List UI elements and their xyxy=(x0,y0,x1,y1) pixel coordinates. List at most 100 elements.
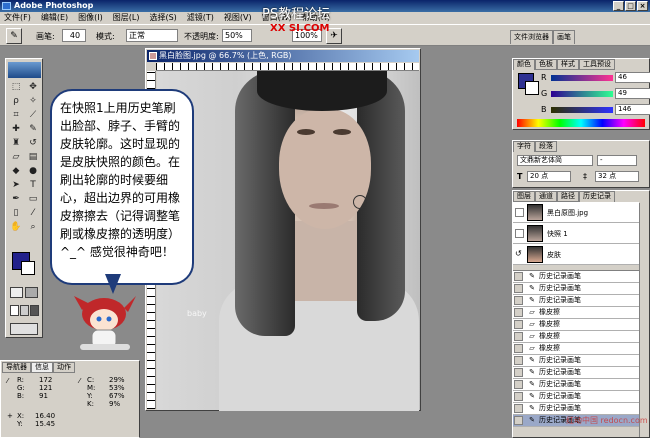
menu-view[interactable]: 视图(V) xyxy=(224,12,252,24)
move-tool-icon[interactable]: ✥ xyxy=(25,81,41,94)
leading-field[interactable]: 32 点 xyxy=(595,171,639,182)
info-m-value: 53% xyxy=(109,384,125,392)
tab-layers[interactable]: 图层 xyxy=(513,191,535,202)
r-value-field[interactable]: 46 xyxy=(615,72,650,83)
tab-navigator[interactable]: 导航器 xyxy=(2,362,31,373)
tab-actions[interactable]: 动作 xyxy=(53,362,75,373)
g-slider[interactable] xyxy=(551,91,613,97)
mode-select[interactable]: 正常 xyxy=(126,29,178,42)
dodge-tool-icon[interactable]: ● xyxy=(25,165,41,178)
notes-tool-icon[interactable]: ▯ xyxy=(8,207,24,220)
shape-tool-icon[interactable]: ▭ xyxy=(25,193,41,206)
gradient-tool-icon[interactable]: ▤ xyxy=(25,151,41,164)
document-title-bar[interactable]: 黑白脸图.jpg @ 66.7% (上色, RGB) xyxy=(147,50,419,62)
history-state[interactable]: ✎ 历史记录画笔 xyxy=(513,379,639,391)
menu-image[interactable]: 图像(I) xyxy=(78,12,103,24)
opacity-field[interactable]: 50% xyxy=(222,29,252,42)
info-r-label: R: xyxy=(17,376,25,384)
tab-history[interactable]: 历史记录 xyxy=(579,191,615,202)
screen-mode-full-menu-icon[interactable] xyxy=(20,305,29,316)
canvas-photo[interactable]: baby xyxy=(157,71,420,411)
r-slider[interactable] xyxy=(551,75,613,81)
info-r-value: 172 xyxy=(39,376,53,384)
menu-edit[interactable]: 编辑(E) xyxy=(41,12,68,24)
history-state[interactable]: ✎ 历史记录画笔 xyxy=(513,271,639,283)
history-state[interactable]: ✎ 历史记录画笔 xyxy=(513,391,639,403)
screen-mode-full-icon[interactable] xyxy=(30,305,39,316)
color-bg-swatch[interactable] xyxy=(525,81,539,95)
background-color-swatch[interactable] xyxy=(21,261,35,275)
slice-tool-icon[interactable]: ⟋ xyxy=(25,109,41,122)
history-state[interactable]: ✎ 历史记录画笔 xyxy=(513,283,639,295)
history-state[interactable]: ✎ 历史记录画笔 xyxy=(513,367,639,379)
color-ramp[interactable] xyxy=(517,119,645,127)
history-state[interactable]: ▱ 橡皮擦 xyxy=(513,331,639,343)
maximize-button[interactable]: □ xyxy=(625,1,636,11)
menu-filter[interactable]: 滤镜(T) xyxy=(187,12,214,24)
adobe-logo-icon[interactable] xyxy=(8,62,41,78)
b-slider[interactable] xyxy=(551,107,613,113)
history-scrollbar[interactable] xyxy=(639,203,648,437)
marquee-tool-icon[interactable]: ⬚ xyxy=(8,81,24,94)
history-state[interactable]: ✎ 历史记录画笔 xyxy=(513,403,639,415)
hand-tool-icon[interactable]: ✋ xyxy=(8,221,24,234)
history-state[interactable]: ▱ 橡皮擦 xyxy=(513,307,639,319)
tab-file-browser[interactable]: 文件浏览器 xyxy=(510,30,553,44)
info-g-label: G: xyxy=(17,384,25,392)
menu-select[interactable]: 选择(S) xyxy=(149,12,176,24)
lasso-tool-icon[interactable]: ρ xyxy=(8,95,24,108)
tab-styles[interactable]: 样式 xyxy=(557,59,579,70)
history-brush-source-icon[interactable]: ↺ xyxy=(515,249,522,258)
tab-character[interactable]: 字符 xyxy=(513,141,535,152)
tab-brushes[interactable]: 画笔 xyxy=(553,30,575,44)
standard-mode-icon[interactable] xyxy=(10,287,23,298)
info-ycoord-label: Y: xyxy=(17,420,23,428)
blur-tool-icon[interactable]: ◆ xyxy=(8,165,24,178)
quickmask-mode-icon[interactable] xyxy=(25,287,38,298)
history-state[interactable]: ✎ 历史记录画笔 xyxy=(513,295,639,307)
zoom-tool-icon[interactable]: ⌕ xyxy=(25,221,41,234)
tab-swatches[interactable]: 色板 xyxy=(535,59,557,70)
font-family-select[interactable]: 文鼎新艺体简 xyxy=(517,155,593,166)
tab-info[interactable]: 信息 xyxy=(31,362,53,373)
type-tool-icon[interactable]: T xyxy=(25,179,41,192)
jump-to-imageready-icon[interactable] xyxy=(10,323,38,335)
history-snapshot[interactable]: 黑白原图.jpg xyxy=(513,202,639,223)
eyedropper-icon[interactable]: ⁄ xyxy=(25,207,41,220)
tab-tool-presets[interactable]: 工具预设 xyxy=(579,59,615,70)
close-button[interactable]: × xyxy=(637,1,648,11)
path-select-icon[interactable]: ➤ xyxy=(8,179,24,192)
brush-tool-icon[interactable]: ✎ xyxy=(25,123,41,136)
healing-brush-icon[interactable]: ✚ xyxy=(8,123,24,136)
history-state[interactable]: ▱ 橡皮擦 xyxy=(513,319,639,331)
font-size-field[interactable]: 20 点 xyxy=(527,171,571,182)
brush-size-picker[interactable]: 40 xyxy=(62,29,86,42)
pen-tool-icon[interactable]: ✒ xyxy=(8,193,24,206)
tab-paths[interactable]: 路径 xyxy=(557,191,579,202)
tab-channels[interactable]: 通道 xyxy=(535,191,557,202)
snapshot-label: 皮肤 xyxy=(547,251,561,259)
menu-file[interactable]: 文件(F) xyxy=(4,12,31,24)
r-channel-label: R xyxy=(541,73,547,82)
tab-paragraph[interactable]: 段落 xyxy=(535,141,557,152)
history-brush-icon[interactable]: ↺ xyxy=(25,137,41,150)
magic-wand-icon[interactable]: ✧ xyxy=(25,95,41,108)
crop-tool-icon[interactable]: ⌗ xyxy=(8,109,24,122)
eraser-tool-icon[interactable]: ▱ xyxy=(8,151,24,164)
screen-mode-standard-icon[interactable] xyxy=(10,305,19,316)
g-value-field[interactable]: 49 xyxy=(615,88,650,99)
minimize-button[interactable]: _ xyxy=(613,1,624,11)
tool-preset-button[interactable]: ✎ xyxy=(6,28,22,44)
tab-color[interactable]: 颜色 xyxy=(513,59,535,70)
stamp-tool-icon[interactable]: ♜ xyxy=(8,137,24,150)
font-style-select[interactable]: - xyxy=(597,155,637,166)
snapshot-source-checkbox[interactable] xyxy=(515,208,524,217)
b-value-field[interactable]: 146 xyxy=(615,104,650,115)
snapshot-source-checkbox[interactable] xyxy=(515,229,524,238)
eyedropper-info-icon: ⁄ xyxy=(7,377,9,385)
history-state[interactable]: ▱ 橡皮擦 xyxy=(513,343,639,355)
history-state[interactable]: ✎ 历史记录画笔 xyxy=(513,355,639,367)
history-snapshot[interactable]: 快照 1 xyxy=(513,223,639,244)
history-snapshot[interactable]: ↺ 皮肤 xyxy=(513,244,639,265)
menu-layer[interactable]: 图层(L) xyxy=(113,12,140,24)
